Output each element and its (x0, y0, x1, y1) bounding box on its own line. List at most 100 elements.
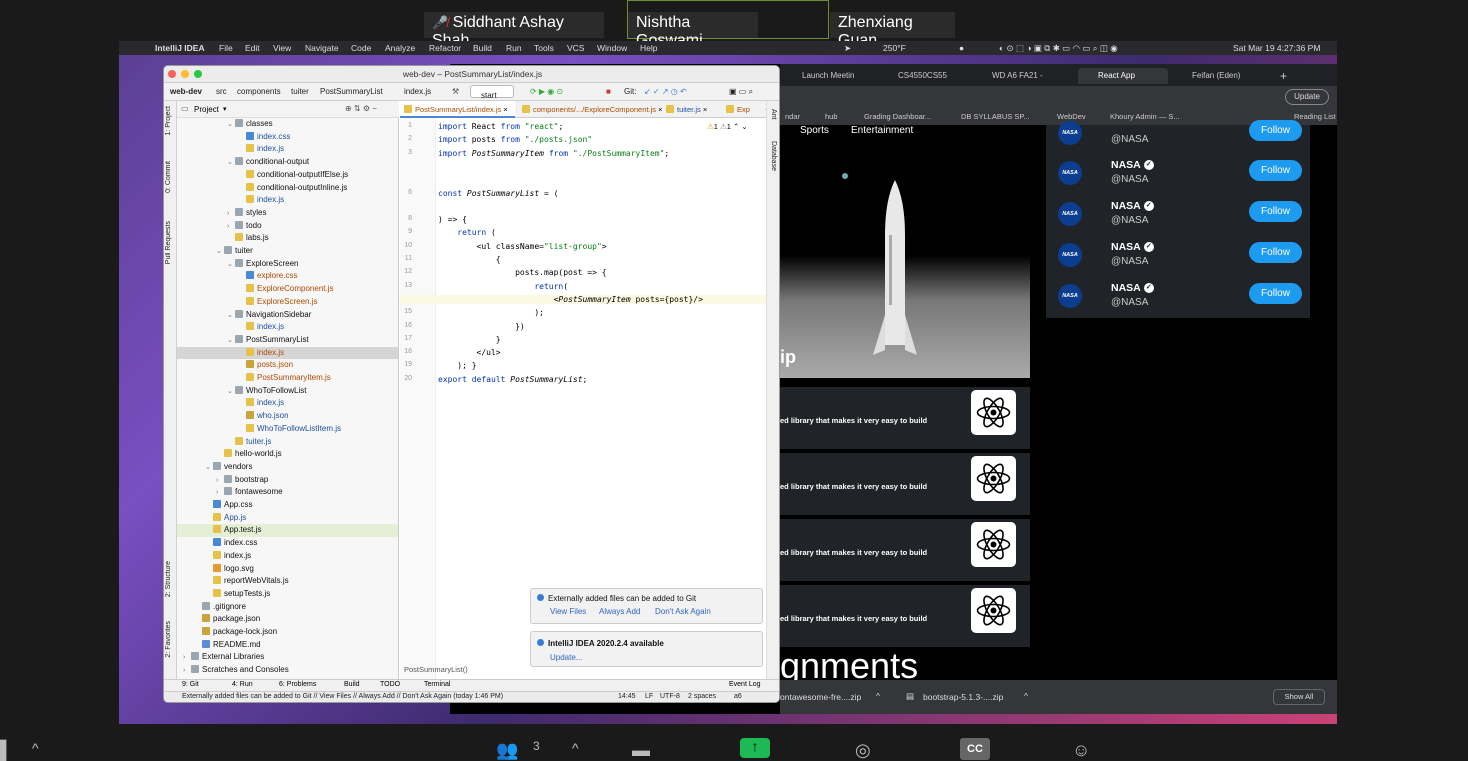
chevron-down-icon[interactable]: ⌄ (227, 119, 235, 132)
tree-file[interactable]: hello-world.js (216, 448, 282, 461)
tree-folder[interactable]: ⌄ WhoToFollowList (227, 385, 306, 398)
chrome-tab[interactable]: Launch Meetin (802, 68, 874, 84)
tree-file[interactable]: index.css (238, 131, 290, 144)
menu-vcs[interactable]: VCS (567, 43, 584, 53)
participant-tile[interactable]: 🎤̸ Siddhant Ashay Shah (424, 12, 604, 49)
tree-file[interactable]: who.json (238, 410, 289, 423)
status-icons[interactable]: ◐ ⊙ ⬚ ◑ ▣ ⧉ ✱ ▭ ◠ ▭ ⌕ ◫ ◉ (999, 43, 1118, 54)
tree-file[interactable]: conditional-outputInline.js (238, 182, 347, 195)
tool-database[interactable]: Database (770, 141, 777, 171)
dont-ask-again-link[interactable]: Don't Ask Again (655, 607, 711, 616)
list-item[interactable]: ed library that makes it very easy to bu… (780, 585, 1030, 647)
close-window-button[interactable] (168, 70, 176, 78)
menu-run[interactable]: Run (506, 43, 522, 53)
tool-structure[interactable]: 2: Structure (165, 561, 172, 597)
tree-folder[interactable]: ⌄ vendors (205, 461, 252, 474)
tool-ant[interactable]: Ant (770, 109, 777, 120)
tree-file[interactable]: package-lock.json (194, 626, 277, 639)
git-branch[interactable]: a6 (734, 693, 742, 700)
audio-icon[interactable]: ▌ (0, 740, 13, 761)
chevron-down-icon[interactable]: ⌄ (227, 386, 235, 399)
menu-refactor[interactable]: Refactor (429, 43, 461, 53)
chrome-tab-active[interactable]: React App (1078, 68, 1168, 84)
tree-file[interactable]: index.js (205, 550, 251, 563)
tool-terminal[interactable]: Terminal (424, 681, 450, 688)
share-screen-icon[interactable]: ↑ (740, 738, 770, 758)
menu-analyze[interactable]: Analyze (385, 43, 415, 53)
menu-help[interactable]: Help (640, 43, 657, 53)
tree-file[interactable]: › Scratches and Consoles (183, 664, 289, 677)
participant-tile[interactable]: Nishtha Goswami (628, 12, 758, 49)
chevron-up-icon[interactable]: ^ (32, 740, 39, 756)
download-item[interactable]: bootstrap-5.1.3-....zip (923, 692, 1003, 702)
menu-navigate[interactable]: Navigate (305, 43, 339, 53)
menu-window[interactable]: Window (597, 43, 627, 53)
bookmark[interactable]: ndar (785, 112, 800, 121)
tree-file[interactable]: logo.svg (205, 563, 254, 576)
menu-tools[interactable]: Tools (534, 43, 554, 53)
menu-edit[interactable]: Edit (245, 43, 260, 53)
tree-file[interactable]: PostSummaryItem.js (238, 372, 331, 385)
git-actions-icons[interactable]: ↙ ✓ ↗ ◷ ↶ (644, 87, 687, 96)
tree-file[interactable]: conditional-outputIfElse.js (238, 169, 348, 182)
new-tab-icon[interactable]: + (1280, 68, 1292, 84)
tree-file[interactable]: index.js (238, 397, 284, 410)
tree-folder[interactable]: › styles (227, 207, 266, 220)
follow-button[interactable]: Follow (1249, 283, 1302, 304)
tree-file[interactable]: index.js (238, 321, 284, 334)
wechat-icon[interactable]: ● (959, 43, 964, 53)
always-add-link[interactable]: Always Add (599, 607, 640, 616)
follow-button[interactable]: Follow (1249, 160, 1302, 181)
tool-project[interactable]: 1: Project (165, 106, 172, 136)
tree-folder[interactable]: ⌄ NavigationSidebar (227, 309, 311, 322)
tree-folder[interactable]: › todo (227, 220, 262, 233)
tree-folder[interactable]: › bootstrap (216, 474, 268, 487)
download-item[interactable]: ontawesome-fre....zip (780, 692, 861, 702)
chevron-down-icon[interactable]: ⌄ (216, 246, 224, 259)
tool-problems[interactable]: 6: Problems (279, 681, 316, 688)
chevron-right-icon[interactable]: › (183, 665, 191, 678)
bookmark[interactable]: hub (825, 112, 838, 121)
tool-git[interactable]: 9: Git (182, 681, 199, 688)
editor-tab-active[interactable]: PostSummaryList/index.js × (400, 101, 515, 118)
tool-todo[interactable]: TODO (380, 681, 400, 688)
hammer-icon[interactable]: ⚒ (452, 87, 459, 96)
breadcrumb-item[interactable]: tuiter (291, 87, 309, 96)
editor-tab[interactable]: tuiter.js × (662, 101, 720, 118)
update-button[interactable]: Update (1285, 89, 1329, 105)
menu-build[interactable]: Build (473, 43, 492, 53)
tree-file[interactable]: WhoToFollowListItem.js (238, 423, 341, 436)
tree-file[interactable]: index.js (238, 194, 284, 207)
record-icon[interactable]: ◎ (855, 740, 871, 761)
tree-file[interactable]: labs.js (227, 232, 269, 245)
chevron-down-icon[interactable]: ▾ (223, 105, 227, 113)
toolbar-icons[interactable]: ▣ ▭ ⌕ (729, 87, 753, 97)
participant-tile[interactable]: Zhenxiang Guan (830, 12, 955, 49)
chevron-down-icon[interactable]: ⌄ (205, 462, 213, 475)
nav-item-entertainment[interactable]: Entertainment (851, 125, 913, 136)
tree-file[interactable]: package.json (194, 613, 260, 626)
app-menu[interactable]: IntelliJ IDEA (155, 43, 205, 53)
tree-file[interactable]: tuiter.js (227, 436, 271, 449)
minimize-window-button[interactable] (181, 70, 189, 78)
reactions-icon[interactable]: ☺ (1072, 740, 1090, 761)
list-item[interactable]: ed library that makes it very easy to bu… (780, 453, 1030, 515)
tree-folder[interactable]: ⌄ classes (227, 118, 273, 131)
breadcrumb-item[interactable]: index.js (404, 87, 431, 96)
tool-run[interactable]: 4: Run (232, 681, 253, 688)
closed-captions-icon[interactable]: CC (960, 738, 990, 760)
menubar-clock[interactable]: Sat Mar 19 4:27:36 PM (1233, 43, 1320, 53)
chevron-up-icon[interactable]: ^ (1024, 691, 1028, 701)
tree-folder[interactable]: ⌄ tuiter (216, 245, 253, 258)
tree-file[interactable]: ExploreScreen.js (238, 296, 317, 309)
list-item[interactable]: ed library that makes it very easy to bu… (780, 387, 1030, 449)
chat-icon[interactable]: ▬ (632, 740, 650, 761)
tree-file[interactable]: index.js (238, 143, 284, 156)
tree-folder[interactable]: › fontawesome (216, 486, 283, 499)
tree-file[interactable]: index.css (205, 537, 257, 550)
status-message[interactable]: Externally added files can be added to G… (182, 693, 503, 700)
tree-file[interactable]: posts.json (238, 359, 293, 372)
breadcrumb-item[interactable]: src (216, 87, 227, 96)
line-ending[interactable]: LF (645, 693, 653, 700)
tree-file[interactable]: setupTests.js (205, 588, 270, 601)
